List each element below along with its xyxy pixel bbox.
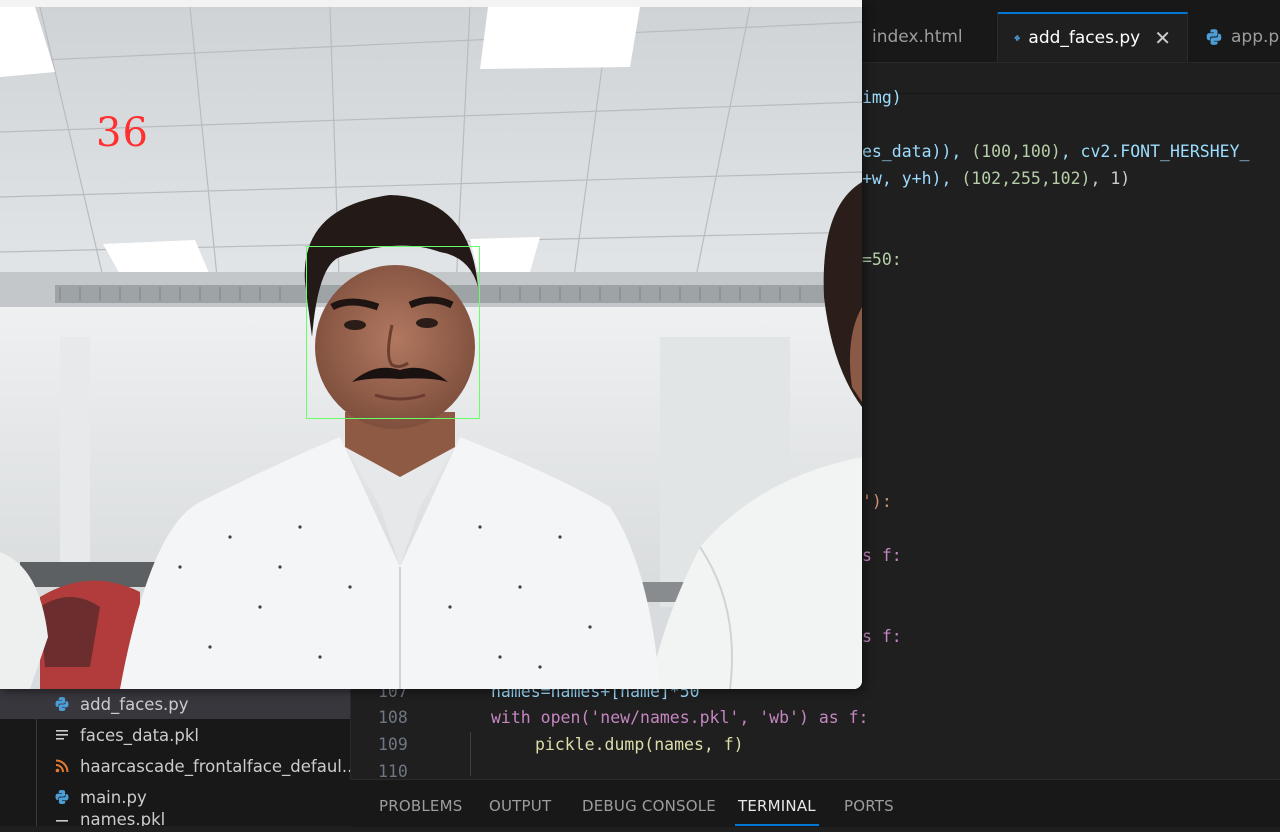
code-line-fragment: +w, y+h), (102,255,102), 1) <box>862 169 1131 188</box>
sample-counter: 36 <box>96 110 149 156</box>
code-line: pickle.dump(names, f) <box>535 735 744 754</box>
code-line: 109 <box>378 735 408 754</box>
file-item-main-py[interactable]: main.py <box>0 782 350 812</box>
file-item-haarcascade[interactable]: haarcascade_frontalface_defaul... <box>0 751 350 781</box>
file-item-names-pkl[interactable]: names.pkl <box>0 812 350 826</box>
code-line-fragment: s f: <box>862 546 902 565</box>
rss-xml-file-icon <box>54 758 70 774</box>
code-line-fragment: =50: <box>862 250 902 269</box>
code-line-fragment: s f: <box>862 627 902 646</box>
python-file-icon <box>55 697 69 711</box>
code-line: 108 <box>378 708 408 727</box>
line-number: 109 <box>378 735 408 754</box>
tab-label: add_faces.py <box>1028 28 1141 48</box>
close-icon[interactable]: ✕ <box>1154 26 1171 50</box>
panel-tab-bar: PROBLEMS OUTPUT DEBUG CONSOLE TERMINAL P… <box>350 779 1280 827</box>
code-line-fragment: '): <box>862 492 892 511</box>
webcam-window[interactable]: 36 <box>0 0 862 689</box>
python-file-icon <box>1014 35 1020 41</box>
file-name: main.py <box>80 787 147 807</box>
text-file-icon <box>54 727 70 743</box>
tab-output[interactable]: OUTPUT <box>489 780 551 824</box>
code-line: with open('new/names.pkl', 'wb') as f: <box>491 708 869 727</box>
code-line-fragment: es_data)), (100,100), cv2.FONT_HERSHEY_ <box>862 142 1250 161</box>
window-titlebar[interactable] <box>0 0 862 7</box>
line-number: 108 <box>378 708 408 727</box>
tab-add-faces-py[interactable]: add_faces.py ✕ <box>998 12 1188 62</box>
python-file-icon <box>1206 29 1222 45</box>
tab-debug-console[interactable]: DEBUG CONSOLE <box>582 780 716 824</box>
tab-app-py[interactable]: app.p <box>1189 12 1280 62</box>
tab-problems[interactable]: PROBLEMS <box>379 780 462 824</box>
file-name: add_faces.py <box>80 694 189 714</box>
tab-index-html[interactable]: index.html <box>856 12 998 62</box>
file-name: names.pkl <box>80 812 166 826</box>
indent-guide <box>470 732 471 776</box>
tab-ports[interactable]: PORTS <box>844 780 894 824</box>
tab-label: app.p <box>1231 27 1280 47</box>
text-file-icon <box>54 812 70 826</box>
python-file-icon <box>55 790 69 804</box>
file-name: faces_data.pkl <box>80 725 200 745</box>
file-item-faces-data-pkl[interactable]: faces_data.pkl <box>0 720 350 750</box>
tab-label: index.html <box>872 27 963 47</box>
file-name: haarcascade_frontalface_defaul... <box>80 756 350 776</box>
face-detection-box <box>306 246 480 419</box>
tab-terminal[interactable]: TERMINAL <box>735 780 819 826</box>
file-item-add-faces-py[interactable]: add_faces.py <box>0 689 350 719</box>
code-line-fragment: img) <box>862 88 902 107</box>
